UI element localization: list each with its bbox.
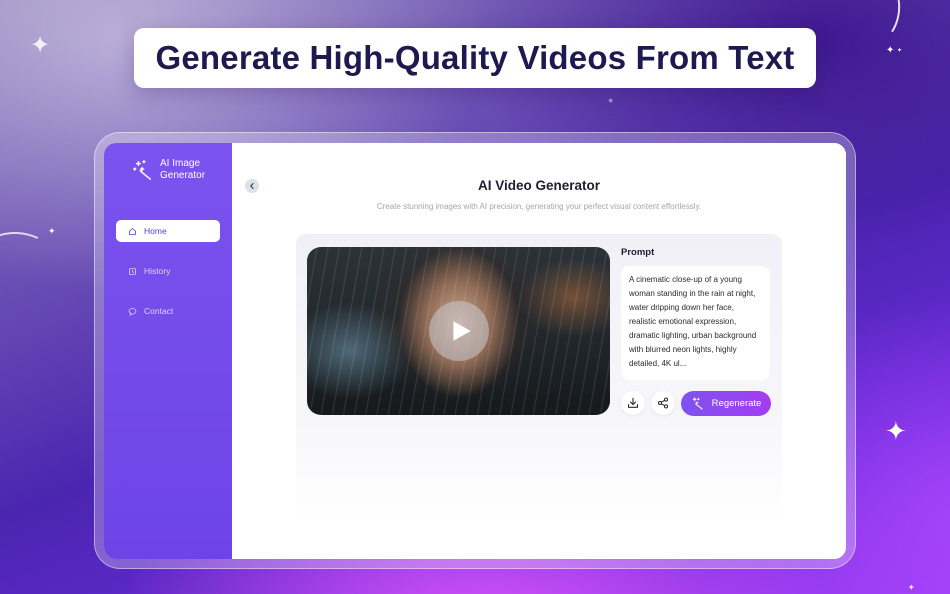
sidebar-item-label: History bbox=[144, 266, 171, 276]
sidebar-item-label: Home bbox=[144, 226, 167, 236]
prompt-label: Prompt bbox=[621, 247, 655, 258]
generation-card: Prompt A cinematic close-up of a young w… bbox=[296, 234, 782, 524]
sidebar-item-contact[interactable]: Contact bbox=[116, 300, 220, 322]
sidebar-item-label: Contact bbox=[144, 306, 174, 316]
app-window: AI Image Generator Home History Contact bbox=[104, 143, 846, 559]
page-title: AI Video Generator bbox=[477, 178, 601, 193]
play-icon bbox=[452, 321, 471, 341]
sparkle-icon: ✦ bbox=[897, 48, 903, 54]
sparkle-icon: ✦ bbox=[48, 226, 56, 236]
decorative-arc bbox=[0, 216, 86, 358]
download-icon bbox=[627, 397, 639, 408]
download-button[interactable] bbox=[621, 391, 645, 415]
app-logo-text: AI Image Generator bbox=[160, 158, 206, 181]
sparkle-icon: ✦ bbox=[30, 32, 51, 59]
prompt-text[interactable]: A cinematic close-up of a young woman st… bbox=[621, 266, 770, 380]
main-content: AI Video Generator Create stunning image… bbox=[232, 143, 846, 559]
sparkle-icon: ✦ bbox=[886, 45, 895, 56]
video-preview[interactable] bbox=[307, 247, 610, 415]
home-icon bbox=[129, 227, 136, 235]
share-icon bbox=[657, 397, 669, 409]
sparkle-icon: ✦ bbox=[885, 416, 907, 446]
sidebar: AI Image Generator Home History Contact bbox=[104, 143, 232, 559]
sparkle-icon: ✦ bbox=[908, 583, 915, 592]
headline: Generate High-Quality Videos From Text bbox=[155, 39, 795, 76]
sidebar-item-history[interactable]: History bbox=[116, 260, 220, 282]
chat-bubble-icon bbox=[128, 307, 137, 316]
history-icon bbox=[129, 267, 136, 275]
sidebar-item-home[interactable]: Home bbox=[116, 220, 220, 242]
magic-wand-icon bbox=[692, 397, 703, 410]
magic-wand-icon bbox=[133, 160, 152, 180]
share-button[interactable] bbox=[651, 391, 675, 415]
regenerate-button[interactable]: Regenerate bbox=[681, 391, 771, 416]
app-logo: AI Image Generator bbox=[132, 158, 220, 182]
play-button[interactable] bbox=[428, 301, 489, 361]
regenerate-label: Regenerate bbox=[711, 398, 762, 409]
page-subtitle: Create stunning images with AI precision… bbox=[376, 202, 702, 211]
headline-banner: Generate High-Quality Videos From Text bbox=[134, 28, 816, 88]
sparkle-icon: ● bbox=[608, 95, 614, 105]
